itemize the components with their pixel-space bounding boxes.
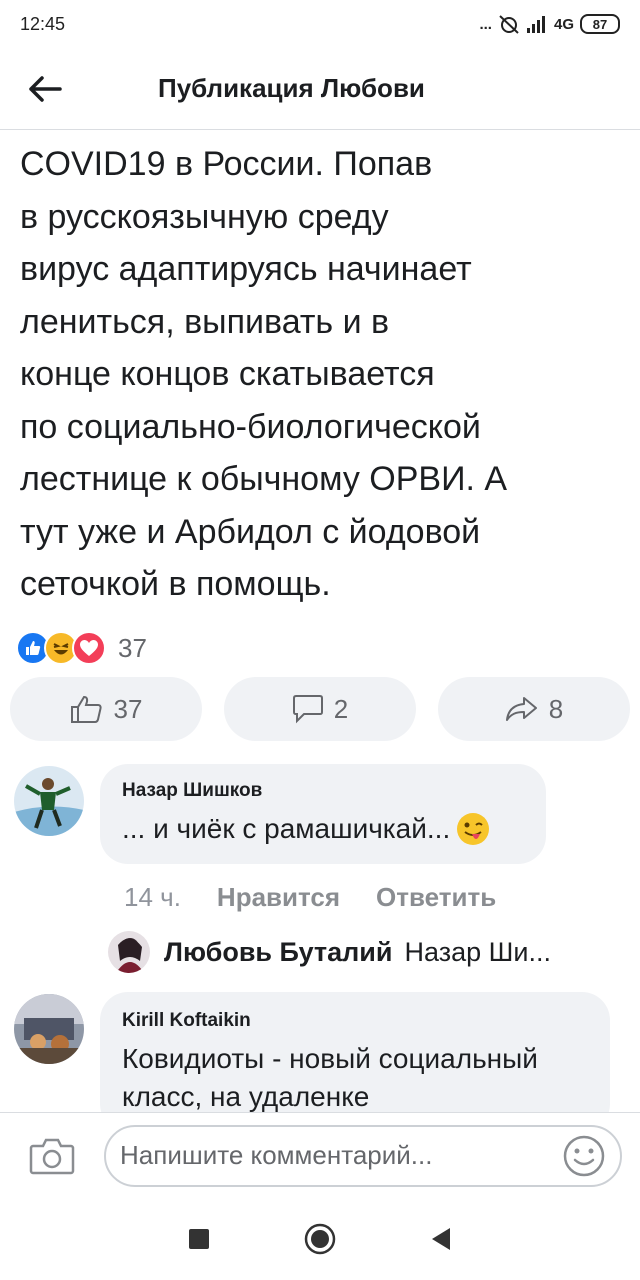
back-nav-icon[interactable] <box>429 1226 453 1252</box>
camera-button[interactable] <box>0 1113 104 1199</box>
battery-level: 87 <box>592 16 608 32</box>
app-header: Публикация Любови <box>0 48 640 130</box>
emoji-icon[interactable] <box>562 1134 606 1178</box>
love-reaction-icon <box>72 631 106 665</box>
signal-icon <box>526 16 545 33</box>
comment-author[interactable]: Назар Шишков <box>122 780 524 802</box>
status-bar: 12:45 ... 4G 87 <box>0 0 640 48</box>
avatar[interactable] <box>14 994 84 1064</box>
status-time: 12:45 <box>20 13 66 34</box>
comment-like-button[interactable]: Нравится <box>217 882 340 913</box>
comment-button[interactable]: 2 <box>224 677 416 741</box>
recent-apps-icon[interactable] <box>187 1227 211 1251</box>
comment-composer: Напишите комментарий... <box>0 1112 640 1198</box>
home-icon[interactable] <box>304 1223 336 1255</box>
comment-item: Назар Шишков ... и чиёк с рамашичкай... <box>0 762 640 872</box>
status-icons: ... 4G 87 <box>479 14 620 34</box>
comment-item: Kirill Koftaikin Ковидиоты - новый социа… <box>0 992 640 1112</box>
reply-preview[interactable]: Любовь Буталий Назар Ши... <box>108 930 551 974</box>
reactions-summary[interactable]: 37 <box>16 628 147 668</box>
like-button[interactable]: 37 <box>10 677 202 741</box>
post-text: COVID19 в России. Попав в русскоязычную … <box>20 145 508 603</box>
winking-tongue-emoji-icon <box>457 813 490 845</box>
page-title: Публикация Любови <box>158 73 425 103</box>
like-count: 37 <box>113 693 143 724</box>
comment-reply-button[interactable]: Ответить <box>376 882 496 913</box>
reply-avatar <box>108 931 150 973</box>
network-type: 4G <box>553 15 574 33</box>
reply-author: Любовь Буталий <box>164 936 393 967</box>
share-button[interactable]: 8 <box>438 677 630 741</box>
share-count: 8 <box>548 693 564 724</box>
thumbs-up-icon <box>70 695 102 723</box>
comment-text: Ковидиоты - новый социальный класс, на у… <box>122 1043 538 1112</box>
notification-dots: ... <box>479 15 492 33</box>
reaction-count: 37 <box>118 632 147 663</box>
battery-icon: 87 <box>580 14 620 34</box>
system-nav-bar <box>0 1198 640 1280</box>
comment-count: 2 <box>333 693 349 724</box>
post-actions: 37 2 8 <box>10 677 630 741</box>
avatar[interactable] <box>14 766 84 836</box>
camera-icon <box>29 1138 75 1174</box>
reply-text: Назар Ши... <box>404 936 551 967</box>
alarm-off-icon <box>499 15 519 34</box>
back-button[interactable] <box>0 48 90 130</box>
comment-meta: 14 ч. Нравится Ответить <box>124 882 496 913</box>
arrow-left-icon <box>29 75 62 102</box>
comment-bubble[interactable]: Kirill Koftaikin Ковидиоты - новый социа… <box>100 992 610 1112</box>
comment-input-placeholder: Напишите комментарий... <box>120 1140 433 1170</box>
share-icon <box>505 697 537 721</box>
comment-input[interactable]: Напишите комментарий... <box>104 1124 622 1187</box>
comment-author[interactable]: Kirill Koftaikin <box>122 1010 588 1032</box>
comment-icon <box>292 695 323 724</box>
comment-text-row: ... и чиёк с рамашичкай... <box>122 810 524 848</box>
comment-bubble[interactable]: Назар Шишков ... и чиёк с рамашичкай... <box>100 764 546 864</box>
comment-time: 14 ч. <box>124 882 181 912</box>
comment-text: ... и чиёк с рамашичкай... <box>122 813 451 844</box>
